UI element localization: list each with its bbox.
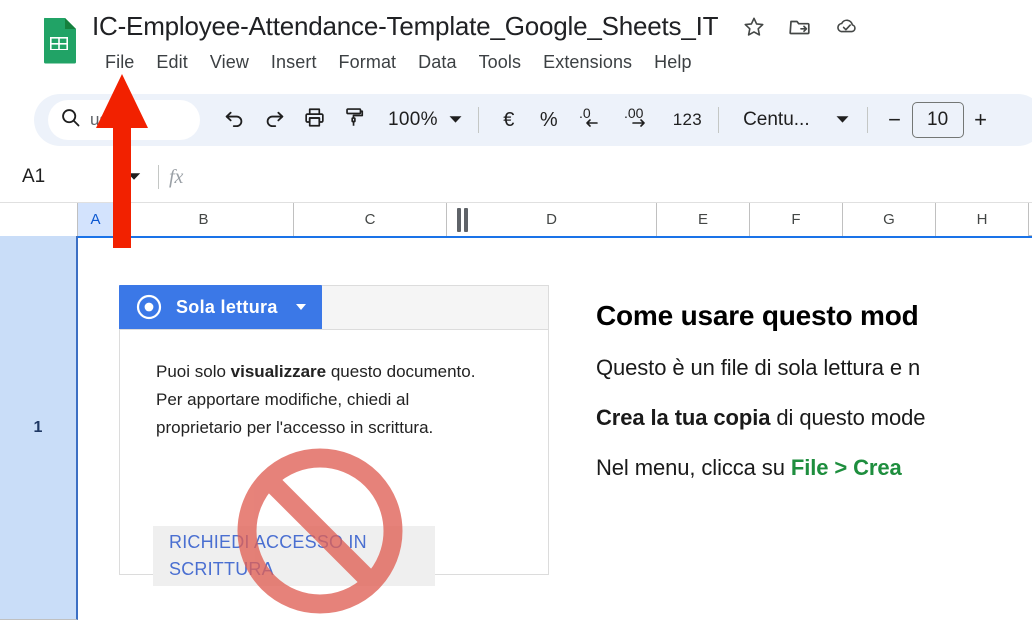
font-family-selector[interactable]: Centu... [729,101,857,139]
print-icon [303,106,326,134]
sheet-instructions: Come usare questo mod Questo è un file d… [596,300,1032,505]
google-sheets-logo-icon[interactable] [33,14,85,66]
eye-icon [136,294,162,320]
number-format-button[interactable]: 123 [667,100,708,140]
chevron-down-icon [449,111,462,129]
increase-decimal-button[interactable]: .00 [615,100,663,140]
toolbar-separator-2 [718,107,720,133]
select-all-corner[interactable] [0,203,78,236]
request-edit-access-line-1: RICHIEDI ACCESSO IN [169,532,367,552]
instructions-line-1: Questo è un file di sola lettura e n [596,355,921,380]
paint-format-icon [343,106,366,134]
menu-item-help[interactable]: Help [643,49,702,76]
row-headers: 1 [0,236,78,620]
document-title-row: IC-Employee-Attendance-Template_Google_S… [92,8,860,44]
title-action-icons [742,14,860,40]
top-bar: IC-Employee-Attendance-Template_Google_S… [0,0,1032,88]
column-header-g[interactable]: G [843,203,936,236]
ro-l1b: visualizzare [230,362,327,381]
instructions-line-2: Crea la tua copia di questo mode [596,405,1032,431]
read-only-dialog-body: Puoi solo visualizzare questo documento.… [119,329,549,586]
page-title[interactable]: IC-Employee-Attendance-Template_Google_S… [92,11,719,42]
document-header: IC-Employee-Attendance-Template_Google_S… [92,8,860,78]
ro-l1c: questo documento. [326,362,476,381]
star-icon[interactable] [742,15,766,39]
row-header-1[interactable]: 1 [0,236,78,620]
read-only-label: Sola lettura [176,296,278,317]
menu-item-data[interactable]: Data [407,49,467,76]
undo-icon [223,106,246,134]
toolbar-separator [477,107,479,133]
increase-decimal-icon: .00 [621,105,657,136]
formula-input[interactable] [197,152,1032,202]
column-header-a[interactable]: A [78,203,114,236]
column-header-d[interactable]: D [447,203,657,236]
zoom-selector[interactable]: 100% [378,102,468,138]
read-only-mode-button[interactable]: Sola lettura [119,285,322,329]
paint-format-button[interactable] [334,100,374,140]
undo-button[interactable] [214,100,254,140]
redo-button[interactable] [254,100,294,140]
read-only-message-line-2: Per apportare modifiche, chiedi al [156,390,410,409]
move-to-folder-icon[interactable] [788,15,812,39]
menu-item-extensions[interactable]: Extensions [532,49,643,76]
column-header-f[interactable]: F [750,203,843,236]
instructions-line-3-menupath: File > Crea [790,455,902,480]
menu-bar: File Edit View Insert Format Data Tools … [94,46,860,78]
increase-font-size-button[interactable]: + [964,102,998,138]
name-box-input[interactable]: A1 [0,152,112,202]
toolbar: us 100% € % .0 .00 123 Centu... − 10 + [34,94,1032,146]
percent-format-button[interactable]: % [529,100,569,140]
fx-icon: fx [169,165,184,188]
svg-text:.0: .0 [579,105,591,121]
chevron-down-icon [836,111,849,129]
cloud-saved-icon[interactable] [834,14,860,40]
instructions-line-3-prefix: Nel menu, clicca su [596,455,791,480]
instructions-heading: Come usare questo mod [596,300,919,331]
menu-item-tools[interactable]: Tools [468,49,533,76]
request-edit-access-button[interactable]: RICHIEDI ACCESSO IN SCRITTURA [153,526,435,586]
toolbar-separator-3 [866,107,868,133]
google-sheets-window: IC-Employee-Attendance-Template_Google_S… [0,0,1032,620]
menu-item-file[interactable]: File [94,49,145,76]
menu-item-edit[interactable]: Edit [145,49,198,76]
print-button[interactable] [294,100,334,140]
read-only-message-line-3: proprietario per l'accesso in scrittura. [156,418,434,437]
formula-bar: A1 fx [0,152,1032,203]
name-box-dropdown-button[interactable] [112,152,156,202]
svg-text:.00: .00 [624,105,644,121]
search-placeholder: us [90,110,108,129]
column-header-h[interactable]: H [936,203,1029,236]
search-input[interactable]: us [48,100,200,140]
font-family-label: Centu... [743,109,810,130]
instructions-line-3: Nel menu, clicca su File > Crea [596,455,1032,481]
column-resize-handle-icon[interactable] [455,207,469,233]
chevron-down-icon [295,304,306,310]
decrease-decimal-icon: .0 [575,105,609,136]
formula-bar-separator [158,165,159,189]
column-header-c[interactable]: C [294,203,447,236]
column-header-b[interactable]: B [114,203,294,236]
toolbar-container: us 100% € % .0 .00 123 Centu... − 10 + [0,88,1032,152]
decrease-font-size-button[interactable]: − [878,102,912,138]
zoom-level-label: 100% [388,109,438,130]
instructions-line-2-rest: di questo mode [770,405,926,430]
font-size-input[interactable]: 10 [911,102,964,138]
decrease-decimal-button[interactable]: .0 [569,100,615,140]
instructions-line-2-bold: Crea la tua copia [596,405,771,430]
redo-icon [263,106,286,134]
column-headers: A B C D E F G H [0,203,1032,236]
request-edit-access-line-2: SCRITTURA [169,559,274,579]
column-header-e[interactable]: E [657,203,750,236]
chevron-down-icon [127,168,141,186]
menu-item-format[interactable]: Format [328,49,408,76]
menu-item-view[interactable]: View [199,49,260,76]
read-only-message: Puoi solo visualizzare questo documento.… [156,358,526,442]
read-only-dialog: Sola lettura Puoi solo visualizzare ques… [119,285,549,586]
ro-l1a: Puoi solo [156,362,231,381]
menu-item-insert[interactable]: Insert [260,49,328,76]
currency-format-button[interactable]: € [489,100,529,140]
search-icon [60,107,81,133]
read-only-message-line-1: Puoi solo visualizzare questo documento. [156,358,526,386]
